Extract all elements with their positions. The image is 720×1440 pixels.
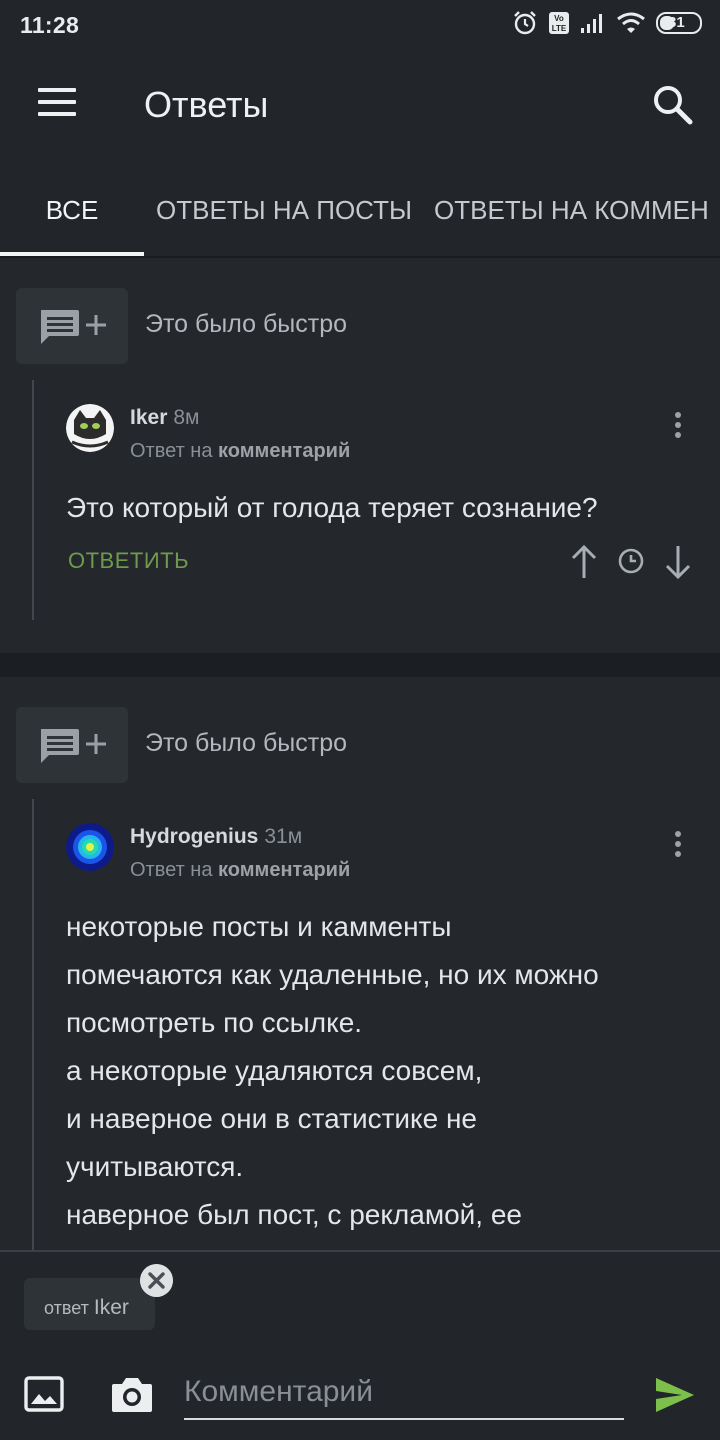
send-icon[interactable] [654, 1376, 696, 1414]
wifi-icon [617, 12, 645, 33]
save-later-clock-icon[interactable] [617, 547, 645, 575]
comment-compose-bar: ответ Iker [0, 1250, 720, 1440]
thread-line [32, 380, 34, 620]
reply-prefix: Ответ на [130, 440, 213, 462]
svg-text:Vo: Vo [554, 14, 564, 23]
reply-to-chip: ответ Iker [24, 1278, 155, 1330]
avatar[interactable] [66, 404, 114, 452]
comment-author[interactable]: Hydrogenius 31м [130, 825, 302, 849]
alarm-icon [514, 11, 536, 35]
camera-icon[interactable] [110, 1374, 154, 1414]
author-name[interactable]: Iker [130, 406, 167, 429]
battery-level: 31 [668, 14, 685, 31]
time-ago: 31м [264, 825, 303, 848]
status-icons: Vo LTE 31 [512, 10, 702, 36]
svg-text:LTE: LTE [552, 24, 567, 33]
battery-icon: 31 [656, 12, 702, 34]
chip-name: Iker [93, 1296, 129, 1319]
chip-prefix: ответ [44, 1298, 89, 1318]
time-ago: 8м [173, 406, 200, 429]
add-comment-icon[interactable] [16, 707, 128, 783]
close-icon[interactable] [140, 1264, 173, 1297]
reply-target-link[interactable]: комментарий [218, 440, 350, 462]
more-options-icon[interactable] [664, 408, 692, 448]
comment-input[interactable] [184, 1370, 624, 1420]
comment-text: Это который от голода теряет сознание? [66, 492, 598, 523]
page-title: Ответы [144, 84, 269, 125]
card-separator [0, 653, 720, 677]
reply-prefix: Ответ на [130, 859, 213, 881]
author-name[interactable]: Hydrogenius [130, 825, 258, 848]
status-time: 11:28 [20, 12, 80, 38]
tab-post-replies[interactable]: ОТВЕТЫ НА ПОСТЫ [146, 160, 422, 257]
search-icon[interactable] [650, 82, 694, 126]
more-options-icon[interactable] [664, 827, 692, 867]
post-header[interactable]: Это было быстро [16, 288, 720, 364]
reply-button[interactable]: ОТВЕТИТЬ [68, 548, 189, 574]
comment-text: некоторые посты и камменты помечаются ка… [66, 911, 599, 1230]
hamburger-menu-icon[interactable] [38, 88, 76, 120]
status-bar: 11:28 Vo LTE 31 [0, 0, 720, 50]
upvote-arrow-icon[interactable] [570, 544, 598, 580]
add-comment-icon[interactable] [16, 288, 128, 364]
thread-line [32, 799, 34, 1250]
volte-icon: Vo LTE [549, 12, 569, 34]
reply-card: Это было быстро Hydrogenius 31м Ответ на … [0, 677, 720, 1250]
post-title: Это было быстро [145, 729, 348, 757]
signal-icon [581, 14, 602, 33]
reply-target-link[interactable]: комментарий [218, 859, 350, 881]
reply-card: Это было быстро Iker 8м Ответ на коммента… [0, 258, 720, 653]
comment-author[interactable]: Iker 8м [130, 406, 200, 430]
reply-context: Ответ на комментарий [130, 859, 350, 882]
post-header[interactable]: Это было быстро [16, 707, 720, 783]
downvote-arrow-icon[interactable] [664, 544, 692, 580]
image-attach-icon[interactable] [24, 1376, 64, 1412]
avatar[interactable] [66, 823, 114, 871]
tab-all[interactable]: ВСЕ [0, 160, 144, 257]
reply-context: Ответ на комментарий [130, 440, 350, 463]
tab-bar: ВСЕ ОТВЕТЫ НА ПОСТЫ ОТВЕТЫ НА КОММЕН [0, 160, 720, 257]
post-title: Это было быстро [145, 310, 348, 338]
tab-comment-replies[interactable]: ОТВЕТЫ НА КОММЕН [434, 160, 720, 257]
app-bar: Ответы [0, 50, 720, 160]
